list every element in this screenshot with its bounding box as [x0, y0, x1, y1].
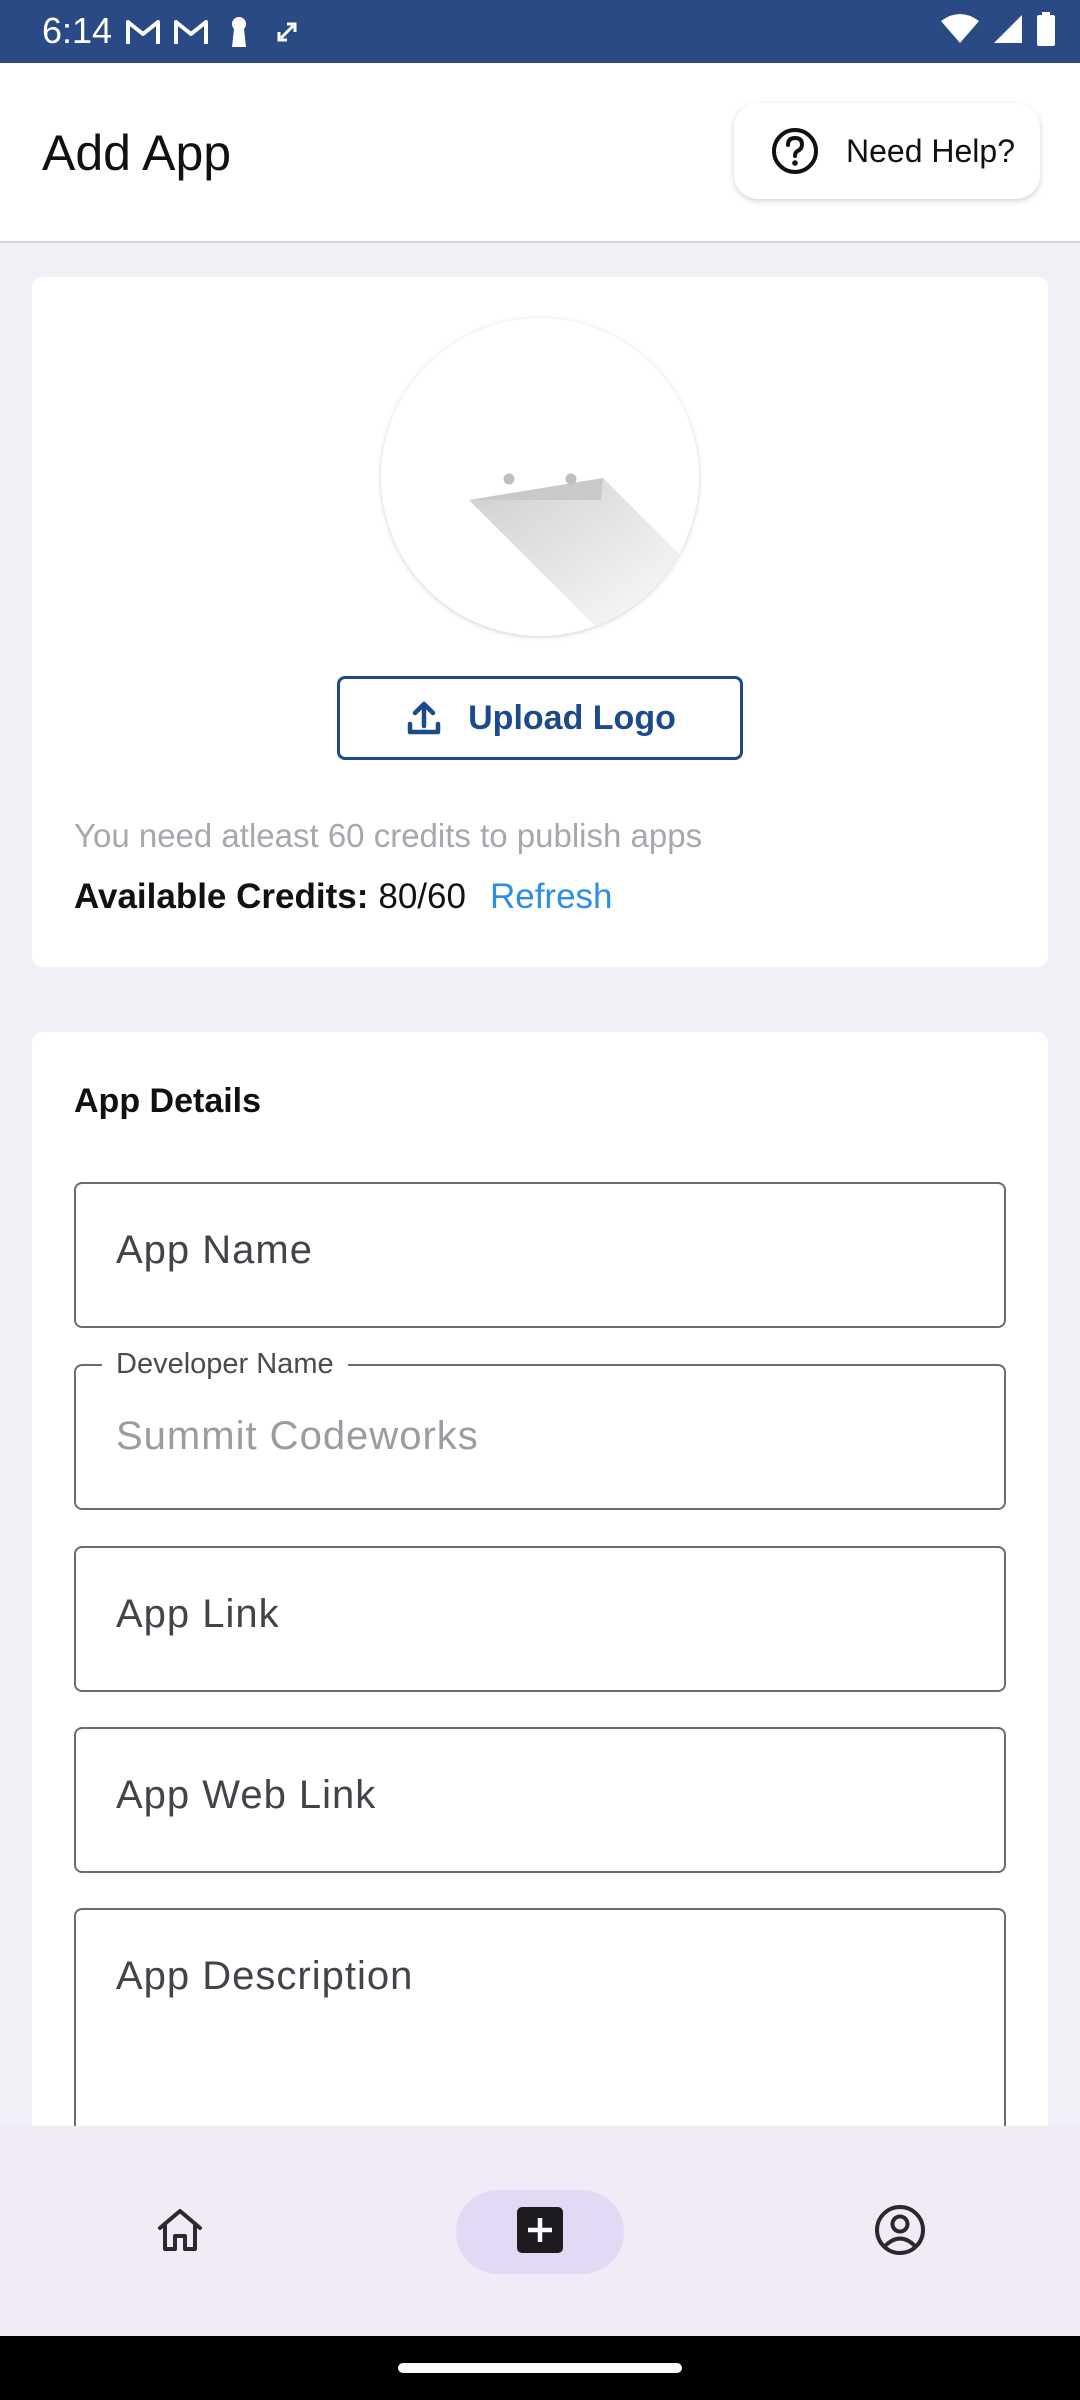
status-time: 6:14 [42, 10, 113, 51]
app-name-placeholder: App Name [116, 1228, 313, 1272]
add-box-icon [517, 2206, 563, 2258]
upload-logo-label: Upload Logo [468, 698, 676, 737]
developer-name-input[interactable]: Developer Name Summit Codeworks [74, 1348, 1006, 1510]
refresh-link[interactable]: Refresh [490, 877, 613, 917]
app-description-placeholder: App Description [116, 1954, 414, 1998]
notification-icons [124, 12, 306, 52]
gmail-icon [124, 13, 162, 51]
app-name-input[interactable]: App Name [74, 1182, 1006, 1328]
app-bar: Add App Need Help? [0, 63, 1080, 243]
nav-add-app[interactable] [456, 2190, 624, 2274]
developer-name-label: Developer Name [102, 1348, 348, 1381]
app-details-card: App Details App Name Developer Name Summ… [32, 1032, 1048, 2168]
gesture-handle[interactable] [398, 2363, 682, 2373]
gesture-navigation-area [0, 2336, 1080, 2400]
credits-label: Available Credits: [74, 877, 369, 916]
signal-icon [992, 13, 1024, 50]
app-web-link-placeholder: App Web Link [116, 1773, 377, 1817]
system-icons [940, 10, 1056, 52]
credits-value: 80/60 [378, 877, 466, 916]
status-bar: 6:14 [0, 0, 1080, 63]
upload-icon [404, 698, 444, 738]
home-icon [155, 2205, 205, 2260]
need-help-button[interactable]: Need Help? [734, 103, 1040, 199]
help-circle-icon [770, 126, 820, 176]
need-help-label: Need Help? [846, 132, 1015, 169]
logo-card: Upload Logo You need atleast 60 credits … [32, 277, 1048, 967]
nav-home[interactable] [130, 2190, 230, 2274]
app-link-placeholder: App Link [116, 1592, 280, 1636]
battery-icon [1036, 11, 1056, 51]
nav-profile[interactable] [850, 2190, 950, 2274]
account-circle-icon [873, 2203, 927, 2262]
keyhole-icon [220, 13, 258, 51]
app-logo-placeholder-icon[interactable] [381, 318, 699, 636]
app-web-link-input[interactable]: App Web Link [74, 1727, 1006, 1873]
developer-name-value: Summit Codeworks [116, 1414, 479, 1458]
bottom-navigation [0, 2126, 1080, 2336]
gmail-icon [172, 13, 210, 51]
credits-requirement-note: You need atleast 60 credits to publish a… [74, 817, 703, 854]
upload-logo-button[interactable]: Upload Logo [337, 676, 743, 760]
credits-row: Available Credits: 80/60 Refresh [74, 877, 613, 917]
app-link-input[interactable]: App Link [74, 1546, 1006, 1692]
wifi-icon [940, 13, 980, 50]
sync-icon [268, 13, 306, 51]
page-title: Add App [42, 125, 232, 181]
app-details-title: App Details [74, 1082, 262, 1120]
